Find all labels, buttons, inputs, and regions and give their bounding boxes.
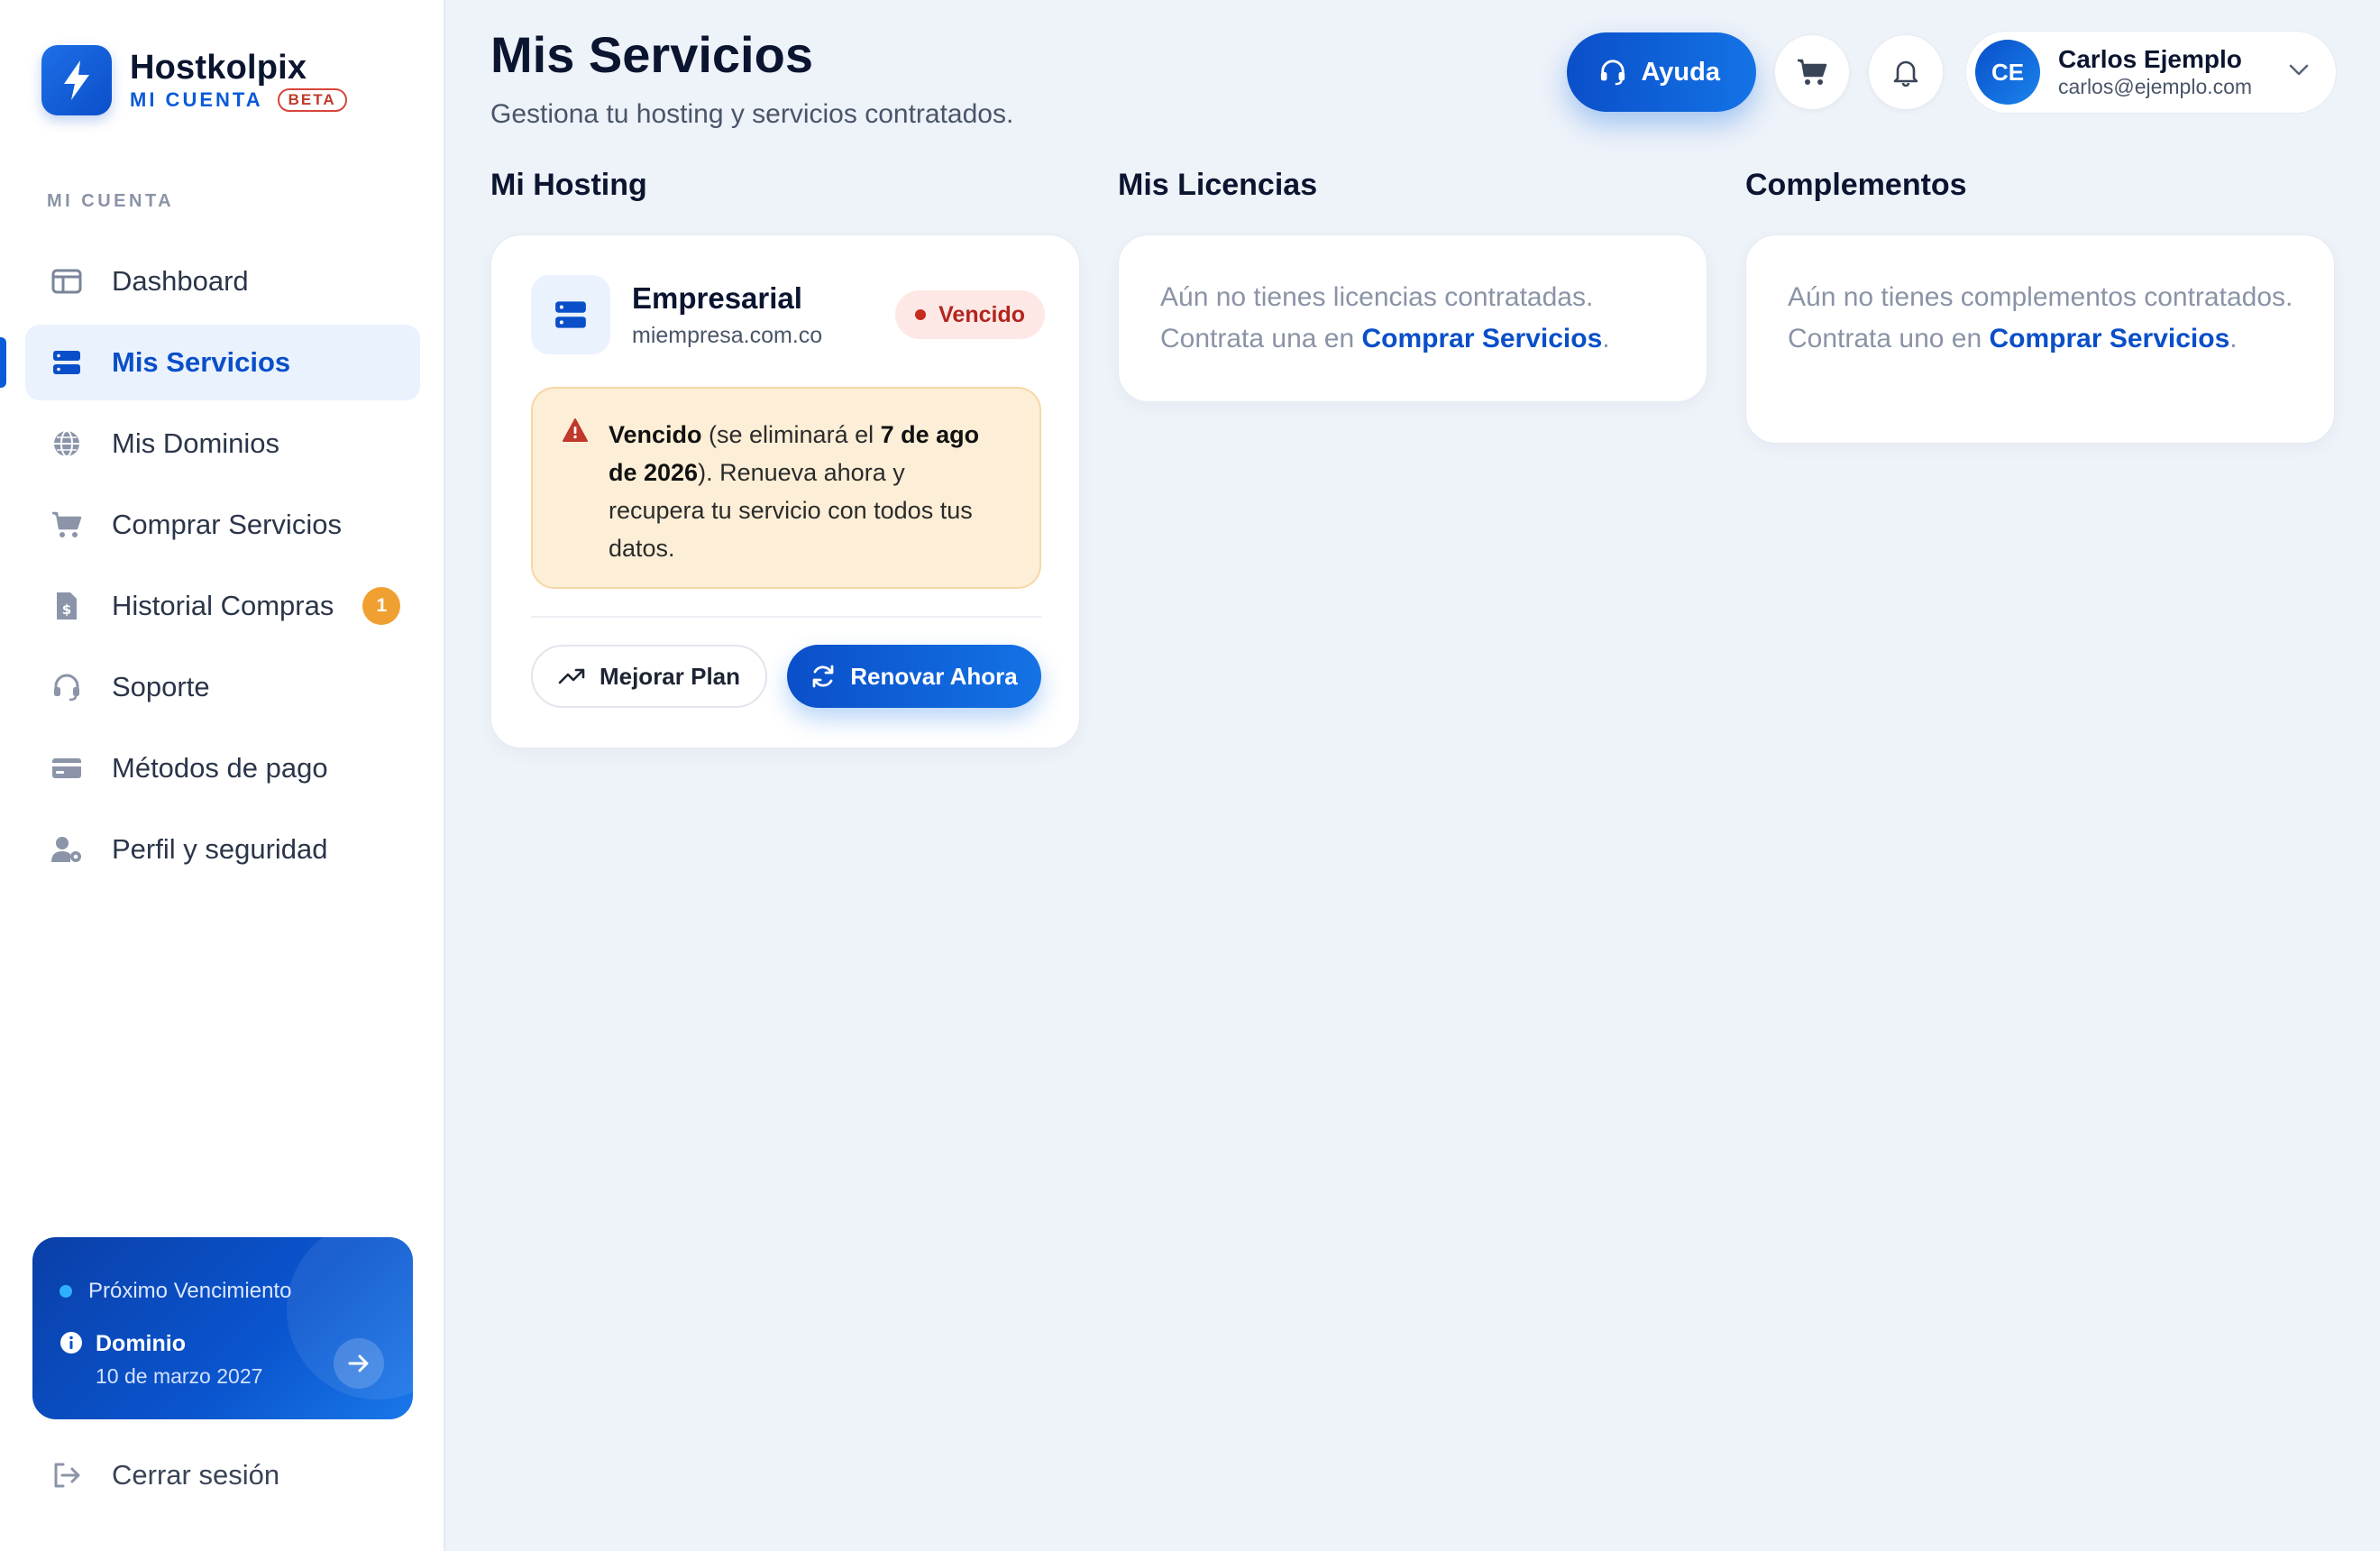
- layout-icon: [50, 265, 83, 298]
- trending-up-icon: [558, 668, 585, 684]
- sidebar-item-label: Mis Dominios: [112, 427, 280, 459]
- server-icon: [50, 346, 83, 379]
- warning-icon: [562, 418, 589, 447]
- logout-icon: [50, 1459, 83, 1491]
- sidebar-item-mis-dominios[interactable]: Mis Dominios: [25, 406, 420, 482]
- sidebar-nav: Dashboard Mis Servicios Mis Dominios Com…: [0, 243, 420, 893]
- logout-button[interactable]: Cerrar sesión: [50, 1437, 279, 1513]
- upgrade-plan-button[interactable]: Mejorar Plan: [531, 645, 767, 708]
- addons-column-title: Complementos: [1745, 168, 1967, 202]
- server-icon: [531, 275, 610, 354]
- next-expiration-date: 10 de marzo 2027: [96, 1364, 263, 1388]
- buy-services-link[interactable]: Comprar Servicios: [1362, 324, 1603, 353]
- next-expiration-card[interactable]: Próximo Vencimiento Dominio 10 de marzo …: [32, 1237, 413, 1419]
- notifications-button[interactable]: [1868, 34, 1944, 110]
- headset-icon: [1601, 60, 1625, 86]
- brand-sub-label: MI CUENTA: [130, 88, 263, 111]
- topbar: Ayuda CE Carlos Ejemplo carlos@ejemplo.c…: [1567, 31, 2337, 114]
- status-label: Vencido: [938, 301, 1025, 327]
- sidebar-item-label: Comprar Servicios: [112, 509, 342, 540]
- user-gear-icon: [50, 833, 83, 866]
- licenses-column-title: Mis Licencias: [1118, 168, 1318, 202]
- cart-icon: [1798, 59, 1827, 85]
- info-icon: [60, 1331, 83, 1389]
- cart-button[interactable]: [1774, 34, 1850, 110]
- refresh-icon: [812, 665, 834, 688]
- sidebar-item-label: Perfil y seguridad: [112, 833, 328, 865]
- next-expiration-title: Próximo Vencimiento: [88, 1279, 292, 1303]
- renew-now-button[interactable]: Renovar Ahora: [787, 645, 1041, 708]
- sidebar-item-label: Historial Compras: [112, 590, 334, 621]
- sidebar-item-mis-servicios[interactable]: Mis Servicios: [0, 325, 420, 400]
- page-subtitle: Gestiona tu hosting y servicios contrata…: [490, 99, 1014, 129]
- status-badge: Vencido: [895, 290, 1045, 339]
- purchase-count-badge: 1: [362, 587, 401, 625]
- hosting-plan-name: Empresarial: [632, 280, 802, 315]
- sidebar-section-label: MI CUENTA: [47, 191, 175, 211]
- sidebar-item-metodos-de-pago[interactable]: Métodos de pago: [25, 730, 420, 806]
- buy-services-link[interactable]: Comprar Servicios: [1990, 324, 2230, 353]
- sidebar-item-label: Dashboard: [112, 265, 249, 297]
- hosting-domain: miempresa.com.co: [632, 322, 823, 348]
- brand[interactable]: Hostkolpix MI CUENTA BETA: [41, 45, 347, 115]
- beta-badge: BETA: [277, 88, 347, 112]
- logout-label: Cerrar sesión: [112, 1459, 280, 1491]
- arrow-right-icon[interactable]: [334, 1338, 384, 1389]
- lightning-icon: [41, 45, 112, 115]
- divider: [531, 616, 1041, 618]
- user-name: Carlos Ejemplo: [2058, 45, 2242, 73]
- status-dot: [60, 1285, 72, 1298]
- hosting-card: Empresarial miempresa.com.co Vencido Ven…: [490, 234, 1080, 748]
- brand-name: Hostkolpix: [130, 49, 307, 87]
- sidebar-item-label: Métodos de pago: [112, 752, 328, 784]
- headset-icon: [50, 671, 83, 703]
- user-email: carlos@ejemplo.com: [2058, 75, 2253, 98]
- invoice-icon: $: [50, 590, 83, 622]
- next-expiration-type: Dominio: [96, 1331, 186, 1356]
- addons-card: Aún no tienes complementos contratados. …: [1745, 234, 2335, 444]
- sidebar-item-label: Mis Servicios: [112, 346, 291, 378]
- sidebar-item-comprar-servicios[interactable]: Comprar Servicios: [25, 487, 420, 563]
- avatar: CE: [1975, 40, 2040, 105]
- hosting-column-title: Mi Hosting: [490, 168, 647, 202]
- sidebar: Hostkolpix MI CUENTA BETA MI CUENTA Dash…: [0, 0, 445, 1551]
- sidebar-item-label: Soporte: [112, 671, 210, 702]
- status-dot: [915, 309, 927, 320]
- alert-message: Vencido (se eliminará el 7 de ago de 202…: [609, 421, 980, 562]
- expiration-alert: Vencido (se eliminará el 7 de ago de 202…: [531, 387, 1041, 589]
- sidebar-item-soporte[interactable]: Soporte: [25, 649, 420, 725]
- sidebar-item-perfil-y-seguridad[interactable]: Perfil y seguridad: [25, 812, 420, 887]
- sidebar-item-dashboard[interactable]: Dashboard: [25, 243, 420, 319]
- credit-card-icon: [50, 752, 83, 785]
- svg-text:$: $: [62, 601, 71, 618]
- globe-icon: [50, 427, 83, 460]
- cart-icon: [50, 509, 83, 541]
- licenses-card: Aún no tienes licencias contratadas. Con…: [1118, 234, 1707, 402]
- addons-empty-message: Aún no tienes complementos contratados. …: [1788, 282, 2293, 353]
- upgrade-plan-label: Mejorar Plan: [599, 662, 741, 690]
- help-button[interactable]: Ayuda: [1567, 32, 1756, 112]
- help-label: Ayuda: [1641, 57, 1720, 87]
- sidebar-item-historial-compras[interactable]: $ Historial Compras 1: [25, 568, 420, 644]
- bell-icon: [1893, 60, 1918, 87]
- licenses-empty-message: Aún no tienes licencias contratadas. Con…: [1160, 282, 1610, 353]
- renew-now-label: Renovar Ahora: [850, 662, 1018, 690]
- chevron-down-icon: [2289, 64, 2309, 81]
- page-title: Mis Servicios: [490, 26, 813, 83]
- alert-status-word: Vencido: [609, 421, 702, 448]
- user-menu[interactable]: CE Carlos Ejemplo carlos@ejemplo.com: [1965, 31, 2337, 114]
